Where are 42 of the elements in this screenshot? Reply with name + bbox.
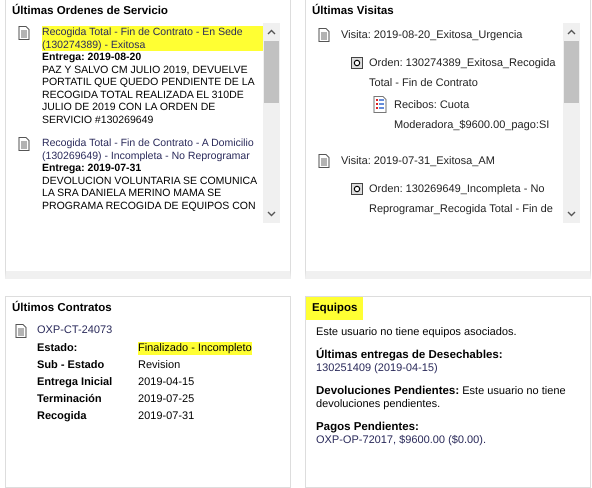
order-icon [351, 57, 363, 69]
order-text: Orden: 130274389_Exitosa_Recogida Total - Fin de Contrato [369, 56, 557, 91]
document-icon [318, 28, 330, 42]
document-icon [18, 137, 30, 151]
panel-title: Últimas Ordenes de Servicio [11, 2, 169, 19]
field-label: Recogida [37, 410, 88, 423]
field-value: Finalizado - Incompleto [138, 342, 252, 355]
panel-title: Equipos [306, 297, 364, 320]
field-value: 2019-07-31 [138, 410, 194, 423]
order-icon [351, 183, 363, 195]
field-label: Entrega Inicial [37, 376, 114, 389]
field-label: Terminación [37, 393, 103, 406]
visit-text: Visita: 2019-07-31_Exitosa_AM [341, 154, 495, 169]
document-icon [318, 154, 330, 168]
document-icon [18, 26, 30, 40]
section-label: Pagos Pendientes: [316, 421, 419, 433]
section-text: Devoluciones Pendientes: Este usuario no tiene devoluciones pendientes. [316, 385, 567, 411]
order-text: Orden: 130269649_Incompleta - No Reprogramar_Recogida Total - Fin de [369, 182, 554, 217]
section-value: OXP-OP-72017, $9600.00 ($0.00). [316, 434, 486, 446]
contract-id: OXP-CT-24073 [37, 324, 114, 338]
order-note: DEVOLUCION VOLUNTARIA SE COMUNICA LA SRA DANIELA MERINO MAMA SE PROGRAMA RECOGIDA DE EQUIPOS CON [42, 174, 258, 212]
panel-title: Últimos Contratos [11, 300, 113, 316]
visit-text: Visita: 2019-08-20_Exitosa_Urgencia [341, 28, 522, 43]
field-label: Estado: [37, 342, 78, 355]
order-link[interactable]: Recogida Total - Fin de Contrato - A Domicilio (130269649) - Incompleta - No Reprogramar [42, 137, 263, 162]
delivery-date: Entrega: 2019-08-20 [42, 51, 142, 64]
field-value: Revision [138, 359, 180, 372]
order-link[interactable]: Recogida Total - Fin de Contrato - En Sede (130274389) - Exitosa [42, 26, 263, 51]
receipt-text: Recibos: Cuota Moderadora_$9600.00_pago:SI [394, 98, 550, 133]
panel-title: Últimas Visitas [311, 2, 395, 19]
section-label: Últimas entregas de Desechables: [316, 349, 503, 361]
field-value: 2019-04-15 [138, 376, 194, 389]
scrollbar[interactable] [263, 23, 280, 223]
order-note: PAZ Y SALVO CM JULIO 2019, DEVUELVE PORTATIL QUE QUEDO PENDIENTE DE LA RECOGIDA TOTAL REALIZADA EL 310DE JULIO DE 2019 CON LA ORDEN DE SERVICIO #130269649 [42, 64, 256, 126]
list-document-icon [373, 96, 387, 113]
scrollbar[interactable] [563, 23, 580, 223]
field-label: Sub - Estado [37, 359, 106, 372]
info-text: Este usuario no tiene equipos asociados. [316, 326, 517, 338]
field-value: 2019-07-25 [138, 393, 194, 406]
section-value: 130251409 (2019-04-15) [316, 362, 438, 374]
document-icon [15, 324, 27, 338]
delivery-date: Entrega: 2019-07-31 [42, 162, 142, 174]
